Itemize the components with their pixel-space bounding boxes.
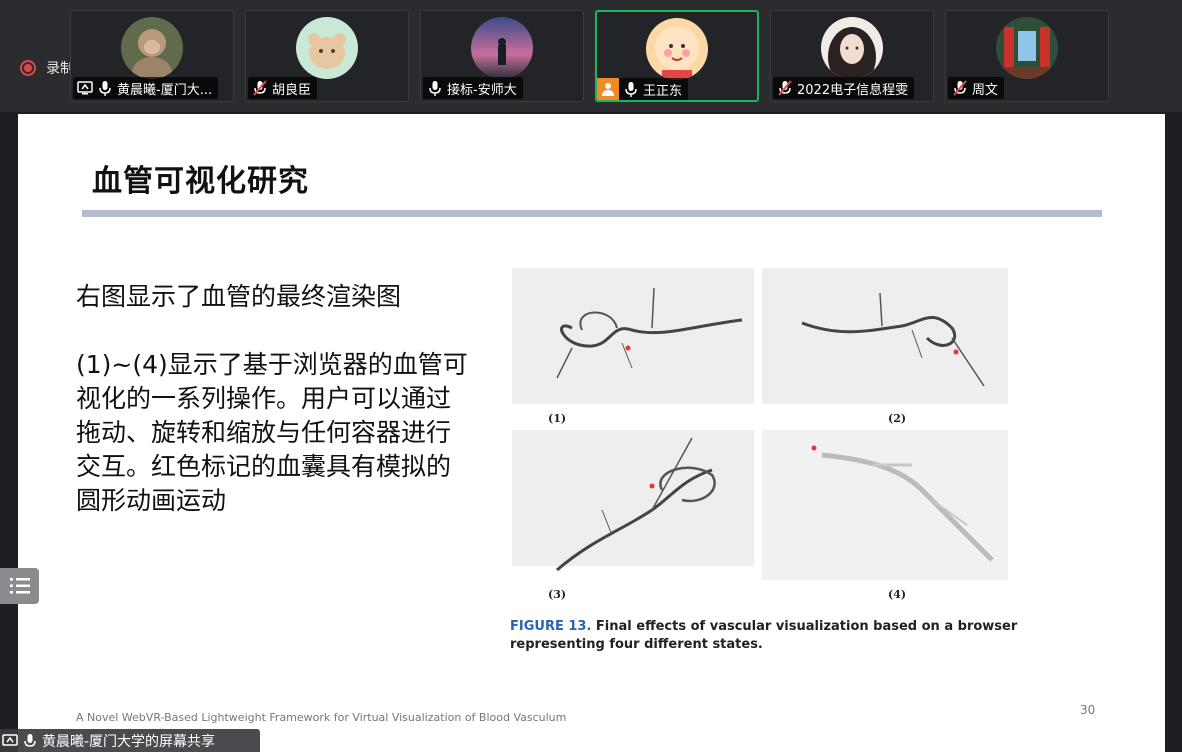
person-icon (597, 78, 619, 100)
participant-name: 周文 (972, 82, 999, 98)
figure-panel-label: (1) (548, 412, 567, 425)
participant-namebar: 黄晨曦-厦门大... (73, 77, 219, 99)
avatar (296, 17, 358, 79)
microphone-muted-icon (778, 80, 792, 96)
microphone-icon (99, 81, 111, 96)
participant-namebar: 王正东 (597, 78, 689, 100)
figure-panel-label: (4) (888, 588, 907, 601)
participant-tile[interactable]: 周文 (945, 10, 1109, 102)
figure-panel-4 (762, 430, 1008, 580)
slide-title: 血管可视化研究 (92, 164, 309, 199)
avatar (471, 17, 533, 79)
slide-footer: A Novel WebVR-Based Lightweight Framewor… (76, 711, 567, 724)
participant-namebar: 胡良臣 (248, 77, 318, 99)
participant-name: 王正东 (643, 83, 683, 99)
share-owner-label: 黄晨曦-厦门大学的屏幕共享 (42, 733, 216, 750)
vascular-figure: (1) (2) (3) (4) (512, 266, 1012, 601)
microphone-muted-icon (253, 80, 267, 96)
participant-namebar: 周文 (948, 77, 1005, 99)
participant-tile[interactable]: 胡良臣 (245, 10, 409, 102)
microphone-icon (625, 82, 637, 97)
figure-caption: FIGURE 13. Final effects of vascular vis… (510, 618, 1030, 654)
participant-tile-active[interactable]: 王正东 (595, 10, 759, 102)
participant-name: 2022电子信息程雯 (797, 82, 909, 98)
slide-paragraph: (1)~(4)显示了基于浏览器的血管可视化的一系列操作。用户可以通过拖动、旋转和… (76, 350, 468, 515)
participant-tile[interactable]: 接标-安师大 (420, 10, 584, 102)
participant-tile[interactable]: 黄晨曦-厦门大... (70, 10, 234, 102)
record-icon (20, 60, 36, 76)
avatar (996, 17, 1058, 79)
participant-name: 胡良臣 (272, 82, 312, 98)
participant-name: 黄晨曦-厦门大... (117, 82, 213, 98)
list-icon (9, 578, 30, 594)
screen-share-icon (77, 81, 93, 95)
microphone-muted-icon (953, 80, 967, 96)
participant-namebar: 2022电子信息程雯 (773, 77, 915, 99)
figure-panel-2 (762, 268, 1008, 404)
shared-slide: 血管可视化研究 右图显示了血管的最终渲染图 (1)~(4)显示了基于浏览器的血管… (18, 114, 1165, 752)
figure-panel-3 (512, 430, 754, 572)
title-divider (82, 210, 1102, 217)
avatar (821, 17, 883, 79)
screen-share-label: 黄晨曦-厦门大学的屏幕共享 (0, 729, 260, 752)
participant-name: 接标-安师大 (447, 82, 517, 98)
avatar (121, 17, 183, 79)
figure-number: FIGURE 13. (510, 619, 592, 634)
figure-panel-1 (512, 268, 754, 404)
page-number: 30 (1080, 703, 1096, 717)
participant-list-button[interactable] (0, 568, 39, 604)
slide-paragraph: 右图显示了血管的最终渲染图 (76, 282, 402, 311)
microphone-icon (24, 733, 36, 747)
microphone-icon (429, 81, 441, 96)
figure-panel-label: (2) (888, 412, 907, 425)
figure-panel-label: (3) (548, 588, 567, 601)
participant-tile[interactable]: 2022电子信息程雯 (770, 10, 934, 102)
screen-share-icon (2, 733, 18, 746)
participant-namebar: 接标-安师大 (423, 77, 523, 99)
avatar (646, 18, 708, 80)
participant-strip: 录制中 黄晨曦-厦门大... 胡良臣 接标-安师大 王正东 2022电子信息程雯… (0, 0, 1182, 112)
